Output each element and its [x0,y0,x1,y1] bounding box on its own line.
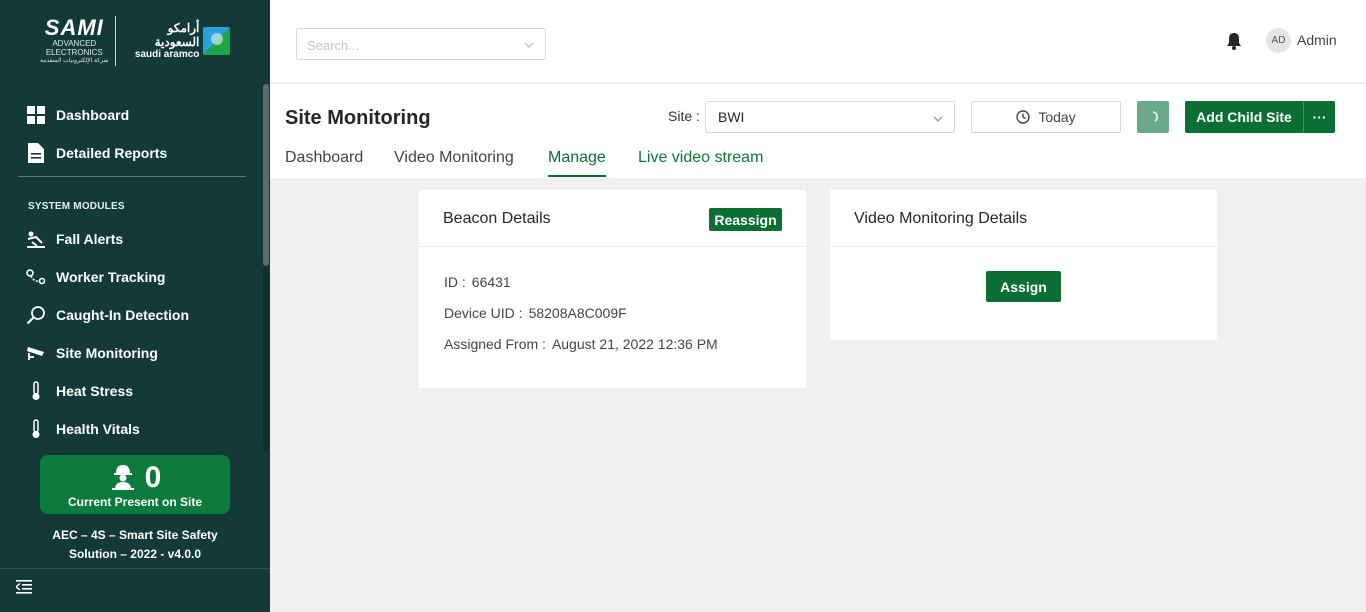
sami-logo-sub1: ADVANCED [52,38,97,48]
sidebar-item-caught-in-detection[interactable]: Caught-In Detection [26,303,189,327]
site-select[interactable]: BWI [705,101,955,133]
field-value: August 21, 2022 12:36 PM [551,336,718,352]
page-title: Site Monitoring [285,107,431,129]
loading-spinner-icon [1152,111,1158,122]
site-select-value: BWI [718,109,745,125]
sidebar-item-label: Heat Stress [56,383,134,399]
search-input[interactable] [307,35,507,55]
sidebar-item-label: Fall Alerts [56,231,124,247]
date-filter-button[interactable]: Today [971,101,1121,133]
add-child-site-button[interactable]: Add Child Site [1185,109,1303,125]
user-name[interactable]: Admin [1297,32,1337,48]
card-title: Video Monitoring Details [854,210,1028,227]
field-label: ID : [444,274,466,290]
card-title: Beacon Details [443,210,551,227]
field-value: 66431 [471,274,511,290]
sidebar-section-title: SYSTEM MODULES [28,201,125,212]
card-header: Video Monitoring Details [830,190,1217,247]
reassign-button[interactable]: Reassign [709,208,782,231]
page-header: Site Monitoring Site : BWI Today Add Chi… [270,84,1366,178]
thermometer-icon [26,419,46,439]
route-icon [26,267,46,287]
add-child-site-group: Add Child Site ··· [1185,101,1335,133]
sami-logo-sub2: ELECTRONICS [45,47,103,57]
present-label: Current Present on Site [67,495,203,509]
sidebar-scrollbar-thumb[interactable] [263,84,269,266]
more-options-button[interactable]: ··· [1303,101,1335,133]
refresh-button[interactable] [1137,101,1169,133]
sidebar-item-label: Caught-In Detection [56,307,189,323]
aramco-logo-english: saudi aramco [134,48,200,60]
sidebar-item-label: Detailed Reports [56,145,168,161]
sidebar-item-fall-alerts[interactable]: Fall Alerts [26,227,123,251]
aramco-logo-arabic: أرامكو السعودية [154,21,200,49]
avatar-initials: AD [1271,35,1286,46]
app-version: AEC – 4S – Smart Site Safety Solution – … [40,526,230,564]
field-label: Assigned From : [444,336,546,352]
tab-dashboard[interactable]: Dashboard [285,149,363,167]
sidebar-item-detailed-reports[interactable]: Detailed Reports [26,141,167,165]
sidebar-item-label: Dashboard [56,107,130,123]
grid-icon [26,105,46,125]
sami-logo-text: SAMI [44,14,104,40]
present-on-site-card: 0 Current Present on Site [40,455,230,514]
sidebar-item-worker-tracking[interactable]: Worker Tracking [26,265,165,289]
chevron-down-icon [932,112,944,124]
tab-live-video-stream[interactable]: Live video stream [638,149,763,167]
tab-video-monitoring[interactable]: Video Monitoring [394,149,514,167]
sidebar-footer [0,568,270,612]
aramco-mark-icon [203,27,230,55]
top-bar: AD Admin [270,0,1366,83]
present-count: 0 [144,461,162,494]
collapse-menu-icon[interactable] [14,580,34,598]
sidebar-item-label: Site Monitoring [56,345,158,361]
sidebar-item-label: Worker Tracking [56,269,166,285]
cctv-camera-icon [26,343,46,363]
field-value: 58208A8C009F [528,305,627,321]
sami-logo: SAMI ADVANCED ELECTRONICS شركة الإلكترون… [40,14,109,66]
site-label: Site : [668,108,700,124]
sidebar-item-health-vitals[interactable]: Health Vitals [26,417,140,441]
assigned-from-row: Assigned From : August 21, 2022 12:36 PM [444,336,718,352]
worker-helmet-icon [109,462,137,495]
beacon-details-card: Beacon Details Reassign ID : 66431 Device… [419,190,806,388]
brand-logos: SAMI ADVANCED ELECTRONICS شركة الإلكترون… [40,14,230,68]
avatar[interactable]: AD [1266,28,1291,53]
date-filter-label: Today [1038,109,1076,125]
sami-logo-arabic: شركة الإلكترونيات المتقدمة [40,57,109,64]
sidebar-item-label: Health Vitals [56,421,140,437]
version-line-1: AEC – 4S – Smart Site Safety [52,528,218,542]
aramco-logo: أرامكو السعودية saudi aramco [124,21,230,60]
active-tab-indicator [548,175,606,177]
bell-icon[interactable] [1226,32,1242,50]
sidebar: SAMI ADVANCED ELECTRONICS شركة الإلكترون… [0,0,270,612]
tab-manage[interactable]: Manage [548,149,606,167]
card-header: Beacon Details Reassign [419,190,806,247]
field-label: Device UID : [444,305,523,321]
search-box[interactable] [296,28,546,60]
document-icon [26,143,46,163]
sidebar-scrollbar[interactable] [263,84,269,450]
version-line-2: Solution – 2022 - v4.0.0 [68,547,202,561]
sidebar-divider [18,176,246,177]
logo-divider [114,16,116,66]
beacon-id-row: ID : 66431 [444,274,511,290]
video-monitoring-details-card: Video Monitoring Details Assign [830,190,1217,340]
device-uid-row: Device UID : 58208A8C009F [444,305,627,321]
sidebar-item-site-monitoring[interactable]: Site Monitoring [26,341,158,365]
sidebar-item-heat-stress[interactable]: Heat Stress [26,379,133,403]
clock-icon [1016,110,1031,124]
magnifier-icon [26,305,46,325]
fall-icon [26,229,46,249]
sidebar-item-dashboard[interactable]: Dashboard [26,103,129,127]
chevron-down-icon[interactable] [523,38,535,50]
thermometer-icon [26,381,46,401]
assign-button[interactable]: Assign [986,271,1061,302]
